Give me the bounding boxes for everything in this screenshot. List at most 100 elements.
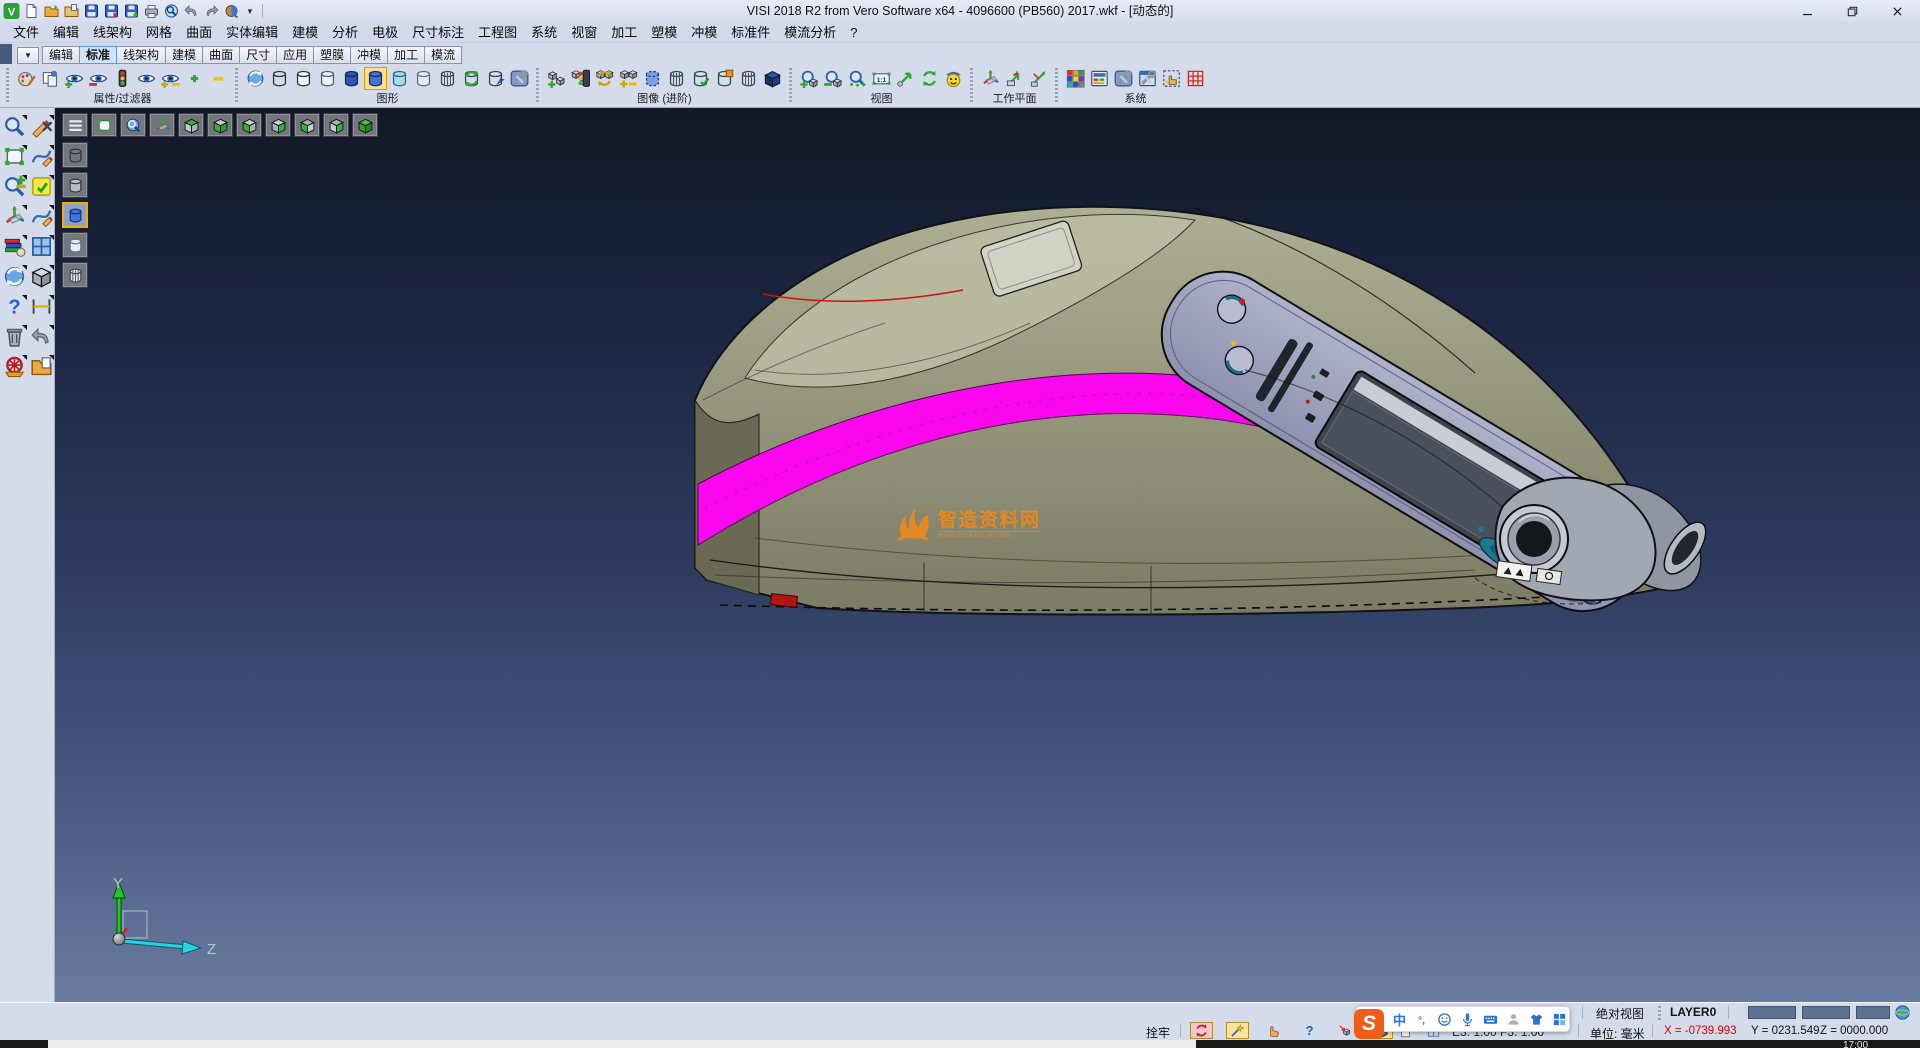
skin-icon[interactable] (1529, 1012, 1544, 1027)
visi-logo-icon[interactable]: V (3, 3, 20, 19)
axes-origin-icon[interactable] (3, 205, 26, 228)
menu-item-冲模[interactable]: 冲模 (684, 22, 724, 43)
windows-taskbar[interactable]: 17:00 (0, 1040, 1920, 1048)
cylinder-wire-icon[interactable] (268, 67, 291, 90)
snap-rotate-button[interactable] (1190, 1022, 1213, 1039)
delete-trash-icon[interactable] (3, 325, 26, 348)
session-icon[interactable] (223, 3, 240, 19)
zoom-net-icon[interactable] (846, 67, 869, 90)
window-tools-icon[interactable] (1136, 67, 1159, 90)
cylinder-striped-icon[interactable] (665, 67, 688, 90)
cylinder-dotted-icon[interactable] (641, 67, 664, 90)
solids-plus-minus-icon[interactable] (617, 67, 640, 90)
solids-plus-icon[interactable] (545, 67, 568, 90)
menu-item-分析[interactable]: 分析 (325, 22, 365, 43)
selection-frame-icon[interactable] (3, 145, 26, 168)
preview-icon[interactable] (163, 3, 180, 19)
redo-icon[interactable] (203, 3, 220, 19)
quick-help-button[interactable]: ? (1298, 1022, 1321, 1039)
settings-screen-icon[interactable] (1088, 67, 1111, 90)
selection-hand-icon[interactable] (1160, 67, 1183, 90)
solid-diamond-icon[interactable] (761, 67, 784, 90)
grid-icon[interactable] (1552, 1012, 1567, 1027)
attribute-copy-icon[interactable] (39, 67, 62, 90)
undo-sweep-icon[interactable] (30, 325, 53, 348)
render-light-button[interactable] (62, 232, 88, 258)
filter-minus-icon[interactable] (207, 67, 230, 90)
cube-top-button[interactable] (178, 113, 204, 137)
cube-right-button[interactable] (323, 113, 349, 137)
menu-item-尺寸标注[interactable]: 尺寸标注 (405, 22, 471, 43)
axes-triad-button[interactable] (149, 113, 175, 137)
graphics-wrench-icon[interactable] (508, 67, 531, 90)
solids-traffic-icon[interactable] (569, 67, 592, 90)
zoom-cube-plus-icon[interactable] (798, 67, 821, 90)
zoom-plus-minus-icon[interactable] (3, 175, 26, 198)
cube-bottom-button[interactable] (207, 113, 233, 137)
person-icon[interactable] (1506, 1012, 1521, 1027)
zoom-lens-2-button[interactable] (120, 113, 146, 137)
traffic-light-icon[interactable] (111, 67, 134, 90)
tab-加工[interactable]: 加工 (387, 46, 425, 64)
workplane-move-icon[interactable] (1003, 67, 1026, 90)
tab-应用[interactable]: 应用 (276, 46, 314, 64)
view-rotate-icon[interactable] (918, 67, 941, 90)
cylinder-check-icon[interactable] (689, 67, 712, 90)
tab-编辑[interactable]: 编辑 (42, 46, 80, 64)
cylinder-wire-3-icon[interactable] (316, 67, 339, 90)
tab-建模[interactable]: 建模 (165, 46, 203, 64)
sogou-ime-icon[interactable]: S (1354, 1009, 1384, 1039)
menu-item-实体编辑[interactable]: 实体编辑 (219, 22, 285, 43)
color-table-icon[interactable] (1064, 67, 1087, 90)
filter-plus-icon[interactable] (183, 67, 206, 90)
render-hidden-button[interactable] (62, 172, 88, 198)
new-file-icon[interactable] (23, 3, 40, 19)
cylinder-refresh-icon[interactable] (460, 67, 483, 90)
menu-item-工程图[interactable]: 工程图 (471, 22, 524, 43)
tab-模流[interactable]: 模流 (424, 46, 462, 64)
cube-back-button[interactable] (265, 113, 291, 137)
punct-icon[interactable]: °, (1414, 1012, 1429, 1027)
cylinder-flag-icon[interactable] (713, 67, 736, 90)
cylinder-wire-2-icon[interactable] (292, 67, 315, 90)
navigation-wheel-icon[interactable] (3, 355, 26, 378)
tab-曲面[interactable]: 曲面 (202, 46, 240, 64)
keyboard-icon[interactable] (1483, 1012, 1498, 1027)
cube-iso-button[interactable] (352, 113, 378, 137)
zoom-lens-icon[interactable] (3, 115, 26, 138)
menu-item-电极[interactable]: 电极 (365, 22, 405, 43)
mic-icon[interactable] (1460, 1012, 1475, 1027)
eye-refresh-icon[interactable] (135, 67, 158, 90)
save-icon[interactable] (83, 3, 100, 19)
workplane-axes-icon[interactable] (979, 67, 1002, 90)
eye-add-icon[interactable] (63, 67, 86, 90)
render-mesh-button[interactable] (62, 262, 88, 288)
spline-pencil-icon[interactable] (30, 145, 53, 168)
magic-wand-button[interactable] (1226, 1022, 1249, 1039)
restore-button[interactable] (1830, 1, 1875, 22)
save-all-icon[interactable] (123, 3, 140, 19)
eye-remove-icon[interactable] (87, 67, 110, 90)
open-file-icon[interactable] (43, 3, 60, 19)
cylinder-blue-icon[interactable] (364, 67, 387, 90)
cylinder-mesh-icon[interactable] (436, 67, 459, 90)
menu-item-线架构[interactable]: 线架构 (86, 22, 139, 43)
grid-red-icon[interactable] (1184, 67, 1207, 90)
zoom-arrow-icon[interactable] (894, 67, 917, 90)
zoom-one-one-icon[interactable]: 1:1 (870, 67, 893, 90)
window-grid-icon[interactable] (30, 235, 53, 258)
workplane-rotate-icon[interactable] (1027, 67, 1050, 90)
menu-item-编辑[interactable]: 编辑 (46, 22, 86, 43)
measure-width-icon[interactable] (30, 295, 53, 318)
open-project-icon[interactable] (63, 3, 80, 19)
eye-plus-minus-icon[interactable] (159, 67, 182, 90)
menu-item-建模[interactable]: 建模 (285, 22, 325, 43)
menu-item-加工[interactable]: 加工 (604, 22, 644, 43)
attribute-paint-icon[interactable] (15, 67, 38, 90)
refresh-ball-icon[interactable] (244, 67, 267, 90)
menu-item-网格[interactable]: 网格 (139, 22, 179, 43)
lock-toggle-label[interactable]: 拴牢 (1146, 1024, 1170, 1041)
tab-塑膜[interactable]: 塑膜 (313, 46, 351, 64)
print-icon[interactable] (143, 3, 160, 19)
open-doc-icon[interactable] (30, 355, 53, 378)
